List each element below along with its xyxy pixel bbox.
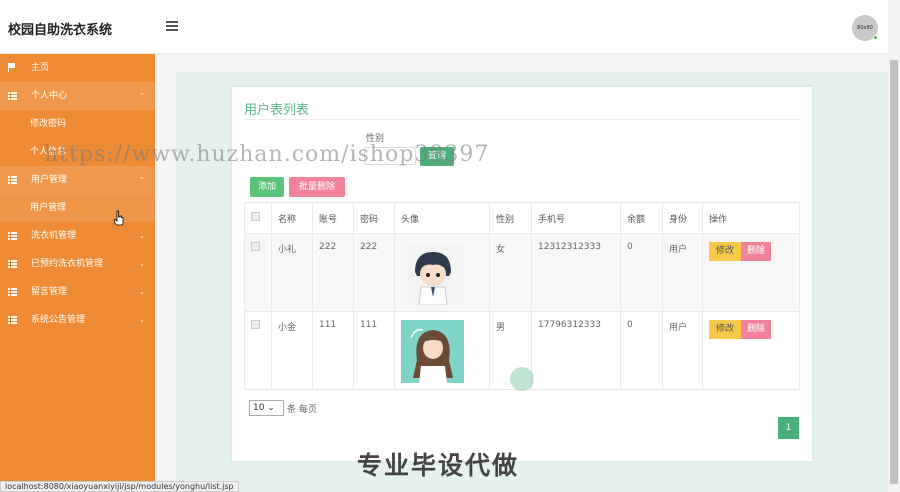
sidebar-item-label: 系统公告管理 xyxy=(31,315,86,325)
cell-actions: 修改 删除 xyxy=(702,233,800,312)
avatar-text: 80x80 xyxy=(857,25,873,31)
edit-button[interactable]: 修改 xyxy=(709,242,741,261)
page-size-select[interactable]: 10 ⌄ xyxy=(249,400,284,416)
column-header-name: 名称 xyxy=(271,202,313,234)
chevron-down-icon: ⌄ xyxy=(139,260,145,268)
delete-button[interactable]: 删除 xyxy=(741,242,771,261)
chevron-down-icon: ⌄ xyxy=(139,316,145,324)
grid-icon xyxy=(8,288,17,296)
status-bar-url: localhost:8080/xiaoyuanxiyiji/jsp/module… xyxy=(0,481,239,492)
page-size-label: 条 每页 xyxy=(287,405,317,415)
column-header-account: 账号 xyxy=(312,202,354,234)
chevron-down-icon: ⌄ xyxy=(139,288,145,296)
cell-avatar xyxy=(394,311,490,390)
select-all-checkbox[interactable] xyxy=(251,212,260,221)
cell-account: 111 xyxy=(312,311,354,390)
column-header-balance: 余额 xyxy=(620,202,663,234)
sidebar-item-label: 主页 xyxy=(31,63,50,73)
table-header-row: 名称 账号 密码 头像 性别 手机号 余额 身份 操作 xyxy=(244,202,800,234)
grid-icon xyxy=(8,260,17,268)
grid-icon xyxy=(8,176,17,184)
column-header-avatar: 头像 xyxy=(394,202,490,234)
cell-balance: 0 xyxy=(620,311,663,390)
grid-icon xyxy=(8,316,17,324)
sidebar-subitem-change-password[interactable]: 修改密码 xyxy=(0,110,155,138)
menu-toggle-icon[interactable] xyxy=(166,21,178,31)
add-button[interactable]: 添加 xyxy=(250,177,284,197)
sidebar-item-label: 留言管理 xyxy=(31,287,68,297)
users-table: 名称 账号 密码 头像 性别 手机号 余额 身份 操作 小礼 222 222 女… xyxy=(244,202,800,390)
sidebar-item-personal-center[interactable]: 个人中心 ⌃ xyxy=(0,82,155,110)
row-checkbox[interactable] xyxy=(251,320,260,329)
top-bar: 校园自助洗衣系统 80x80 xyxy=(0,0,888,54)
cell-phone: 12312312333 xyxy=(531,233,621,312)
scrollbar-thumb[interactable] xyxy=(890,60,898,484)
sidebar-subitem-user-management[interactable]: 用户管理 xyxy=(0,194,155,222)
sidebar-item-label: 洗衣机管理 xyxy=(31,231,77,241)
cell-account: 222 xyxy=(312,233,354,312)
page-title: 用户表列表 xyxy=(244,103,310,118)
column-header-role: 身份 xyxy=(662,202,703,234)
sidebar-item-message-management[interactable]: 留言管理 ⌄ xyxy=(0,278,155,306)
watermark-text: https://www.huzhan.com/ishop39397 xyxy=(44,142,490,167)
sidebar: 主页 个人中心 ⌃ 修改密码 个人信息 用户管理 ⌃ 用户管理 洗衣机管理 ⌄ … xyxy=(0,54,155,492)
chevron-down-icon: ⌄ xyxy=(139,232,145,240)
grid-icon xyxy=(8,92,17,100)
cell-password: 111 xyxy=(353,311,395,390)
sidebar-item-reserved-washer-management[interactable]: 已预约洗衣机管理 ⌄ xyxy=(0,250,155,278)
column-header-actions: 操作 xyxy=(702,202,800,234)
sidebar-item-label: 个人中心 xyxy=(31,91,68,101)
chevron-up-icon: ⌃ xyxy=(139,176,145,184)
app-title: 校园自助洗衣系统 xyxy=(8,23,113,38)
hand-cursor-icon xyxy=(113,210,124,226)
cell-role: 用户 xyxy=(662,311,703,390)
cell-name: 小礼 xyxy=(271,233,313,312)
user-avatar-image xyxy=(401,320,464,383)
chevron-up-icon: ⌃ xyxy=(139,92,145,100)
cell-balance: 0 xyxy=(620,233,663,312)
click-indicator xyxy=(510,367,534,391)
sidebar-item-announcement-management[interactable]: 系统公告管理 ⌄ xyxy=(0,306,155,334)
edit-button[interactable]: 修改 xyxy=(709,320,741,339)
row-checkbox[interactable] xyxy=(251,242,260,251)
sidebar-item-user-management[interactable]: 用户管理 ⌃ xyxy=(0,166,155,194)
column-header-gender: 性别 xyxy=(489,202,532,234)
cell-avatar xyxy=(394,233,490,312)
online-status-icon xyxy=(873,35,878,40)
avatar[interactable]: 80x80 xyxy=(852,15,878,41)
sidebar-item-home[interactable]: 主页 xyxy=(0,54,155,82)
user-avatar-image xyxy=(401,242,464,305)
table-row: 小礼 222 222 女 12312312333 0 用户 修改 删除 xyxy=(244,233,800,312)
promo-overlay-text: 专业毕设代做 xyxy=(357,451,520,480)
cell-gender: 女 xyxy=(489,233,532,312)
cell-name: 小金 xyxy=(271,311,313,390)
delete-button[interactable]: 删除 xyxy=(741,320,771,339)
title-divider xyxy=(244,119,800,120)
batch-delete-button[interactable]: 批量删除 xyxy=(289,177,345,197)
cell-role: 用户 xyxy=(662,233,703,312)
column-header-password: 密码 xyxy=(353,202,395,234)
grid-icon xyxy=(8,232,17,240)
sidebar-item-label: 用户管理 xyxy=(31,175,68,185)
sidebar-item-washer-management[interactable]: 洗衣机管理 ⌄ xyxy=(0,222,155,250)
page-scrollbar[interactable] xyxy=(888,0,900,492)
column-header-phone: 手机号 xyxy=(531,202,621,234)
page-number-button[interactable]: 1 xyxy=(778,417,799,439)
sidebar-item-label: 已预约洗衣机管理 xyxy=(31,259,104,269)
flag-icon xyxy=(8,63,16,72)
cell-actions: 修改 删除 xyxy=(702,311,800,390)
cell-password: 222 xyxy=(353,233,395,312)
page-size-value: 10 xyxy=(253,403,265,413)
cell-phone: 17796312333 xyxy=(531,311,621,390)
